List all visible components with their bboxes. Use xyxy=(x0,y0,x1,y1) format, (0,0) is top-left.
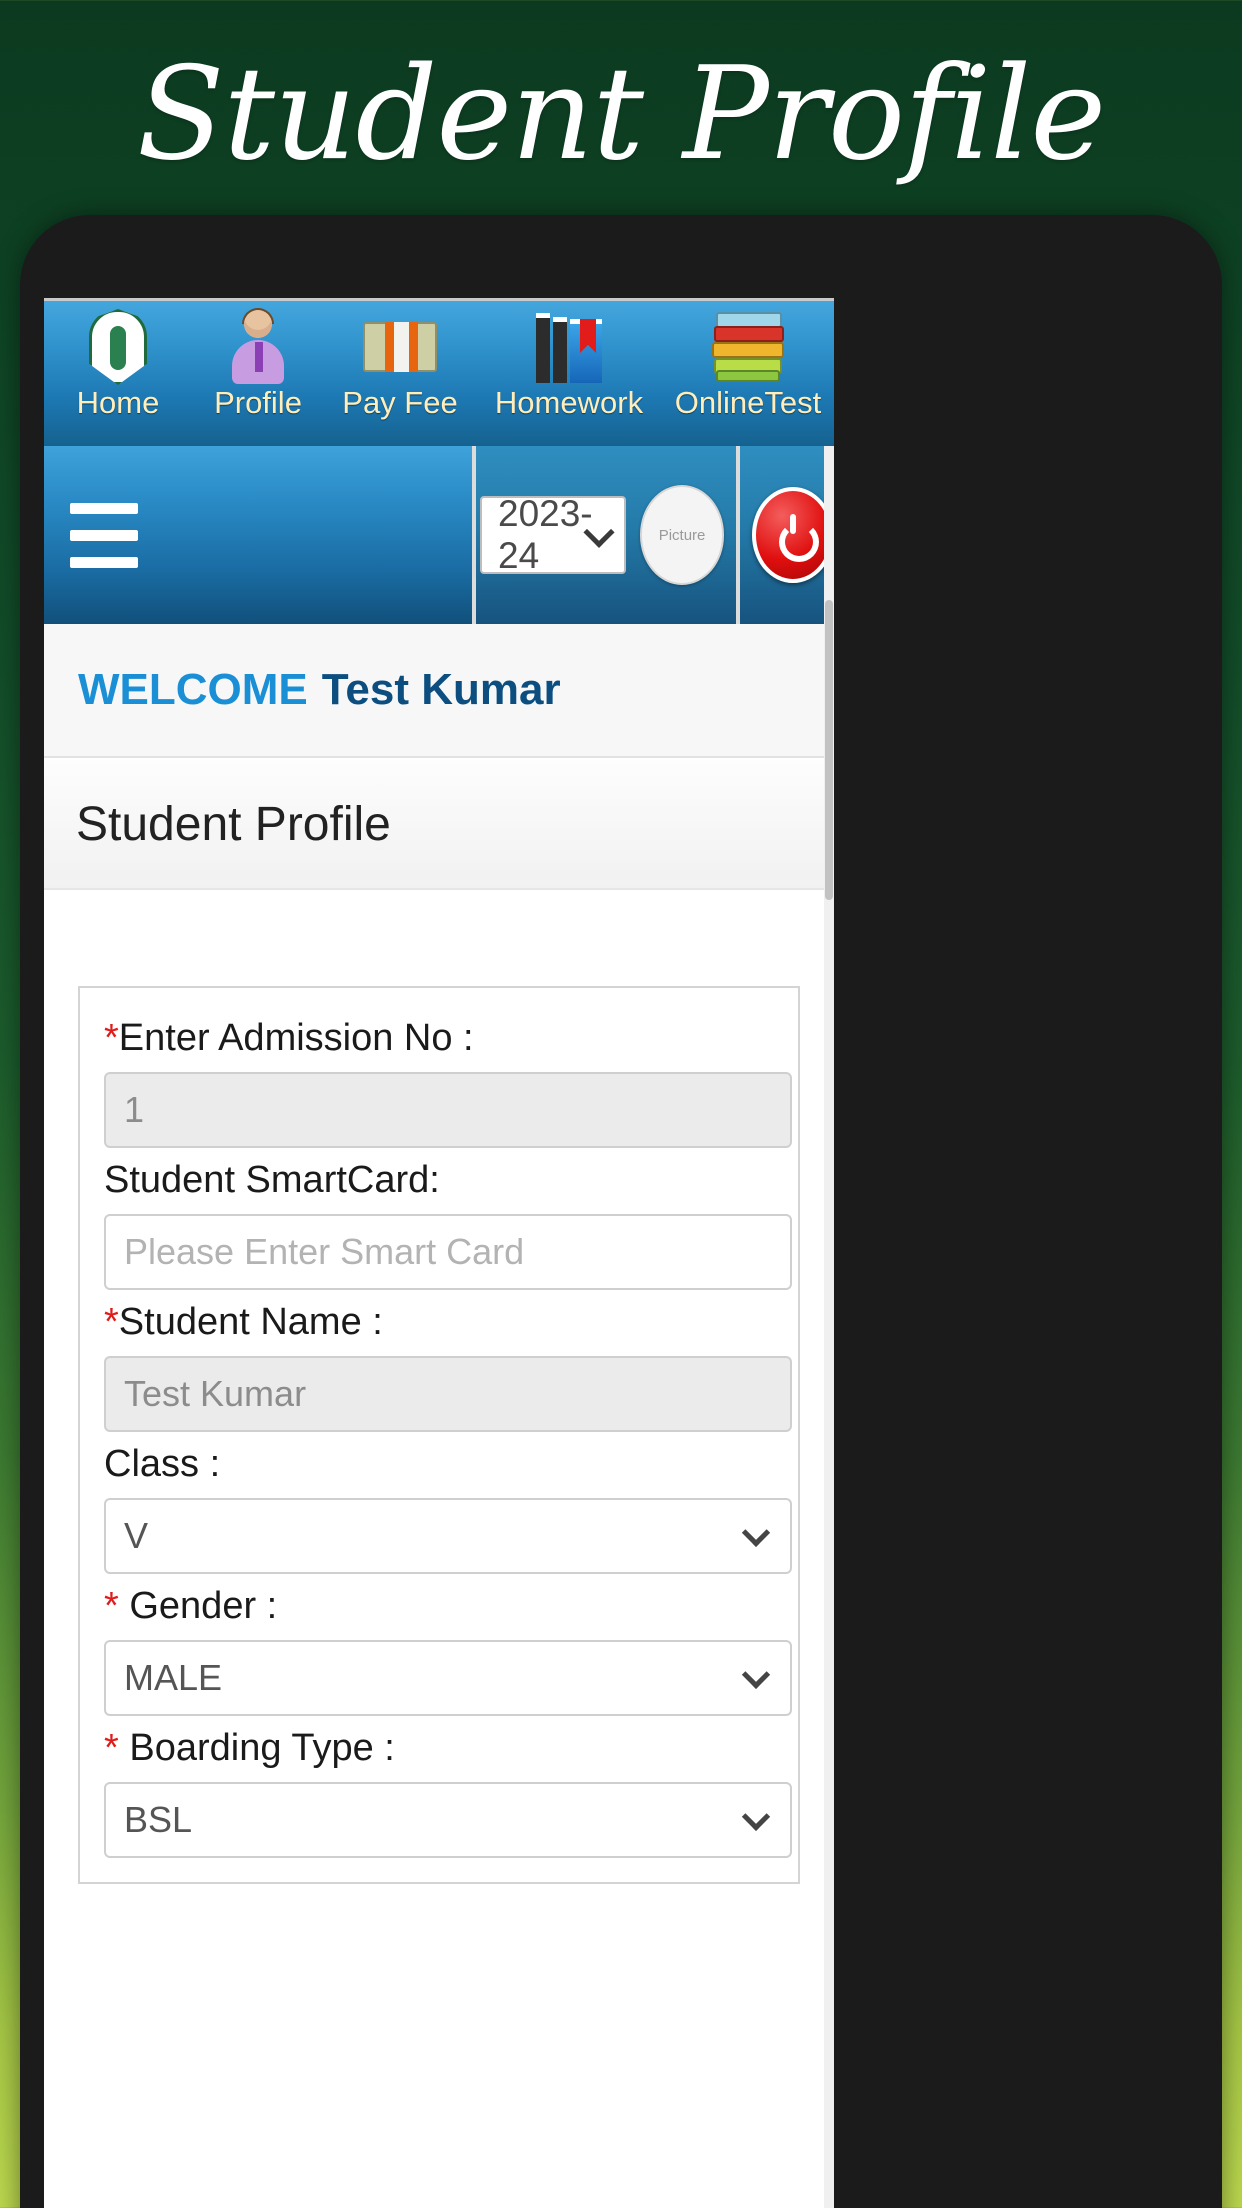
nav-label-profile: Profile xyxy=(214,385,302,420)
power-icon xyxy=(775,514,819,562)
field-student-name: *Student Name : Test Kumar xyxy=(104,1294,792,1432)
label-student-name-text: Student Name : xyxy=(118,1301,383,1343)
boarding-type-value: BSL xyxy=(124,1799,193,1840)
phone-frame: Home Profile Pay Fee Homework OnlineTest… xyxy=(20,215,1222,2208)
book-stack-icon xyxy=(662,308,834,386)
nav-label-onlinetest: OnlineTest xyxy=(674,385,822,420)
page-header: Student Profile xyxy=(44,758,834,890)
nav-label-pay-fee: Pay Fee xyxy=(342,385,458,420)
label-smartcard: Student SmartCard: xyxy=(104,1152,774,1208)
label-gender: * Gender : xyxy=(104,1578,774,1634)
nav-item-home[interactable]: Home xyxy=(44,301,192,420)
school-crest-icon xyxy=(44,308,192,386)
required-asterisk: * xyxy=(104,1017,119,1059)
smartcard-input[interactable]: Please Enter Smart Card xyxy=(104,1214,792,1290)
required-asterisk: * xyxy=(104,1727,130,1769)
session-year-select[interactable]: 2023-24 xyxy=(480,493,626,576)
phone-screen: Home Profile Pay Fee Homework OnlineTest… xyxy=(44,298,834,2208)
label-class-text: Class : xyxy=(104,1443,221,1485)
nav-item-homework[interactable]: Homework xyxy=(476,301,662,420)
avatar-placeholder-text: Picture xyxy=(658,526,706,544)
nav-label-home: Home xyxy=(76,385,160,420)
class-value: V xyxy=(124,1515,149,1556)
scrollbar-thumb[interactable] xyxy=(825,600,833,900)
label-gender-text: Gender : xyxy=(129,1585,278,1627)
nav-item-onlinetest[interactable]: OnlineTest xyxy=(662,301,834,420)
label-admission-no: *Enter Admission No : xyxy=(104,1010,774,1066)
label-student-name: *Student Name : xyxy=(104,1294,774,1350)
field-smartcard: Student SmartCard: Please Enter Smart Ca… xyxy=(104,1152,792,1290)
books-bookmark-icon xyxy=(476,308,662,386)
top-icon-navbar: Home Profile Pay Fee Homework OnlineTest xyxy=(44,298,834,446)
label-boarding-type: * Boarding Type : xyxy=(104,1720,774,1776)
field-class: Class : V xyxy=(104,1436,792,1574)
app-toolbar: 2023-24 Picture xyxy=(44,446,834,624)
nav-label-homework: Homework xyxy=(494,385,644,420)
boarding-type-select[interactable]: BSL xyxy=(104,1782,792,1858)
chevron-down-icon xyxy=(741,1518,771,1547)
class-select[interactable]: V xyxy=(104,1498,792,1574)
hamburger-menu-icon[interactable] xyxy=(44,446,164,624)
gender-value: MALE xyxy=(124,1657,223,1698)
welcome-bar: WELCOME Test Kumar xyxy=(44,624,834,758)
label-admission-no-text: Enter Admission No : xyxy=(118,1017,474,1059)
toolbar-divider xyxy=(736,446,740,624)
label-boarding-type-text: Boarding Type : xyxy=(129,1727,395,1769)
field-admission-no: *Enter Admission No : 1 xyxy=(104,1010,792,1148)
form-top-spacer xyxy=(44,890,834,986)
label-smartcard-text: Student SmartCard: xyxy=(104,1159,440,1201)
page-scrollbar[interactable] xyxy=(824,446,834,2208)
welcome-user-name: Test Kumar xyxy=(321,665,561,714)
page-title: Student Profile xyxy=(76,797,391,851)
required-asterisk: * xyxy=(104,1585,130,1627)
nav-item-profile[interactable]: Profile xyxy=(192,301,324,420)
admission-no-input[interactable]: 1 xyxy=(104,1072,792,1148)
gender-select[interactable]: MALE xyxy=(104,1640,792,1716)
avatar[interactable]: Picture xyxy=(639,485,725,585)
toolbar-right-group: 2023-24 Picture xyxy=(472,446,834,624)
cash-stack-icon xyxy=(324,308,476,386)
admission-no-value: 1 xyxy=(124,1089,145,1130)
chevron-down-icon xyxy=(741,1802,771,1831)
student-name-value: Test Kumar xyxy=(124,1373,307,1414)
promo-title: Student Profile xyxy=(136,40,1106,189)
student-name-input[interactable]: Test Kumar xyxy=(104,1356,792,1432)
nav-item-pay-fee[interactable]: Pay Fee xyxy=(324,301,476,420)
smartcard-placeholder: Please Enter Smart Card xyxy=(124,1231,525,1272)
required-asterisk: * xyxy=(104,1301,119,1343)
chevron-down-icon xyxy=(741,1660,771,1689)
welcome-prefix: WELCOME xyxy=(78,665,308,714)
user-avatar-icon xyxy=(192,308,324,386)
field-boarding-type: * Boarding Type : BSL xyxy=(104,1720,792,1858)
student-profile-form: *Enter Admission No : 1 Student SmartCar… xyxy=(78,986,800,1884)
label-class: Class : xyxy=(104,1436,774,1492)
logout-power-button[interactable] xyxy=(751,487,834,583)
field-gender: * Gender : MALE xyxy=(104,1578,792,1716)
